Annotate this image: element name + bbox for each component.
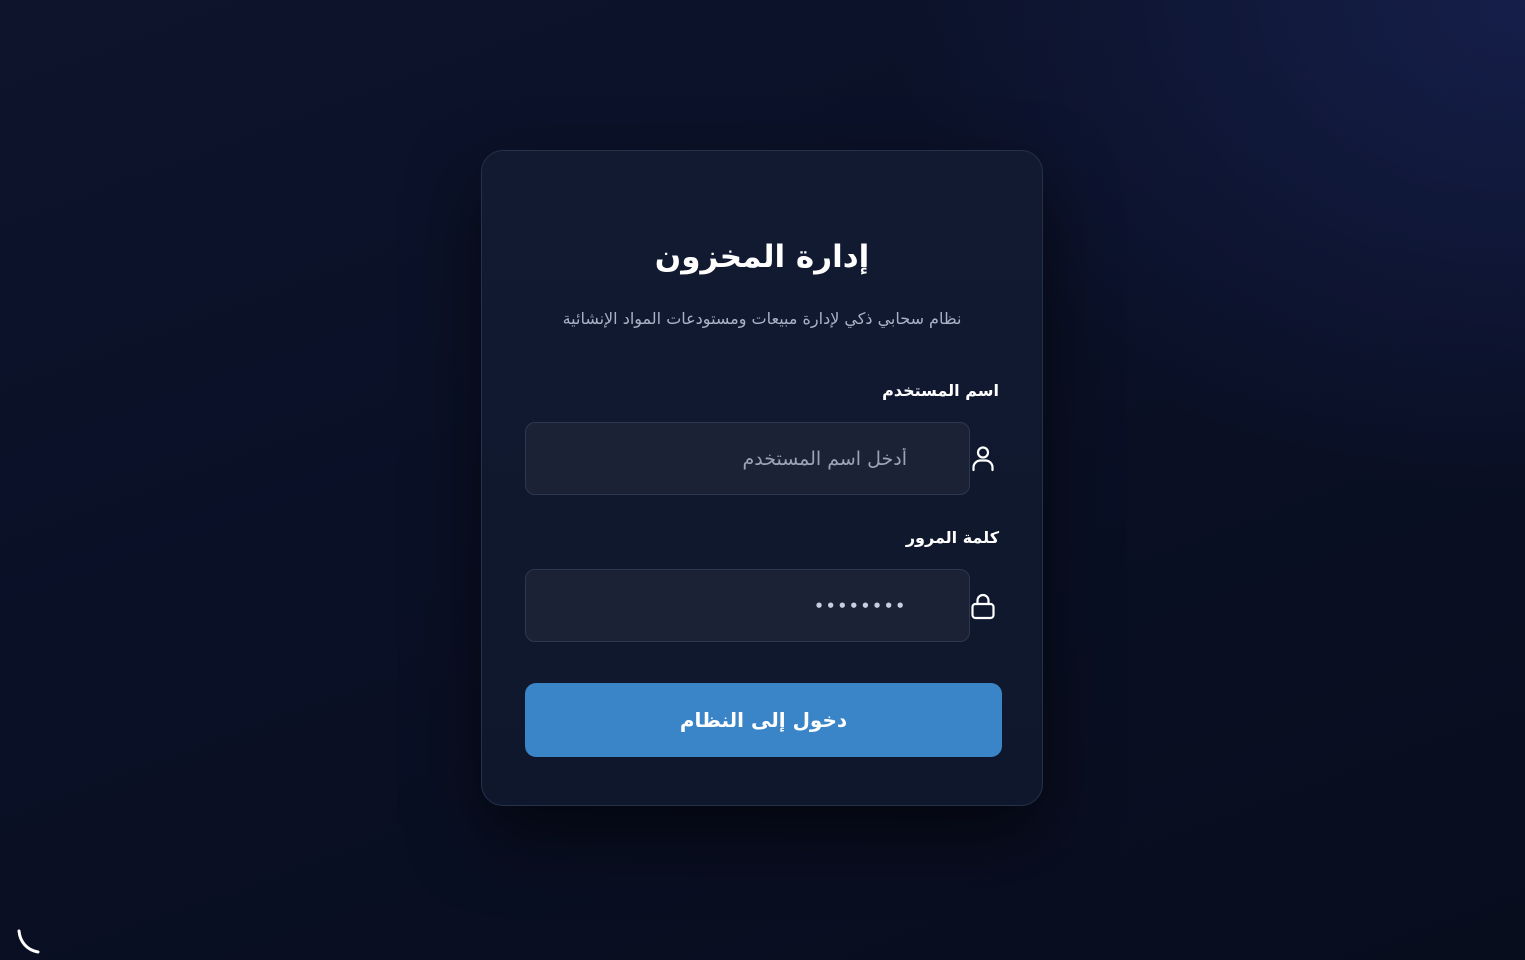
user-icon bbox=[969, 444, 997, 472]
password-input[interactable] bbox=[526, 570, 969, 641]
username-label: اسم المستخدم bbox=[882, 381, 999, 400]
login-button[interactable]: دخول إلى النظام bbox=[525, 683, 1002, 757]
lock-icon bbox=[969, 592, 997, 620]
page-subtitle: نظام سحابي ذكي لإدارة مبيعات ومستودعات ا… bbox=[562, 309, 962, 328]
phone-icon[interactable] bbox=[14, 926, 44, 956]
password-label: كلمة المرور bbox=[905, 528, 999, 547]
username-input[interactable] bbox=[526, 423, 969, 494]
username-field[interactable] bbox=[525, 422, 970, 495]
password-field[interactable] bbox=[525, 569, 970, 642]
login-card: إدارة المخزون نظام سحابي ذكي لإدارة مبيع… bbox=[481, 150, 1043, 806]
page-title: إدارة المخزون bbox=[654, 239, 870, 275]
